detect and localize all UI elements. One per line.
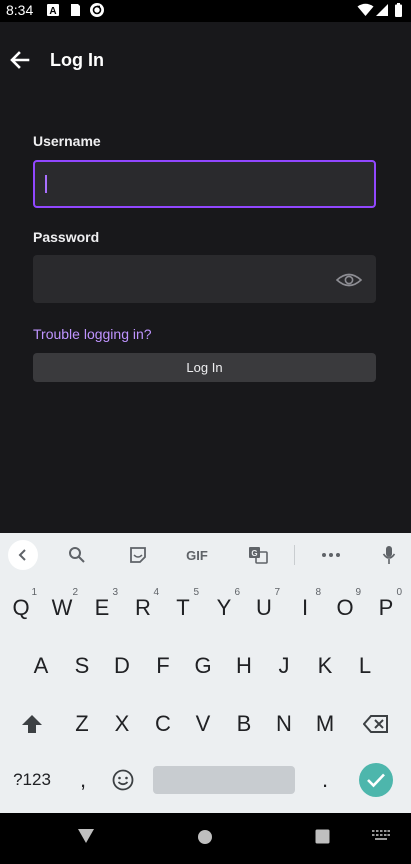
spacebar[interactable] [153,766,295,794]
battery-icon [395,3,402,17]
cell-signal-icon [376,4,388,16]
key-y[interactable]: Y6 [205,587,243,629]
sync-icon [90,3,104,17]
status-bar: 8:34 A [0,0,411,22]
svg-text:G: G [251,549,257,558]
search-icon[interactable] [62,541,92,569]
key-g[interactable]: G [184,645,222,687]
login-button[interactable]: Log In [33,353,376,382]
status-time: 8:34 [6,2,34,18]
key-o[interactable]: O9 [326,587,364,629]
key-d[interactable]: D [103,645,141,687]
emoji-icon[interactable] [104,761,142,799]
key-u[interactable]: U7 [245,587,283,629]
system-nav-bar [0,813,411,864]
eye-icon[interactable] [336,270,362,290]
username-label: Username [33,133,101,149]
password-label: Password [33,229,100,245]
key-v[interactable]: V [184,703,222,745]
key-z[interactable]: Z [63,703,101,745]
keyboard-toolbar: GIF G [0,533,411,577]
username-field-container[interactable] [33,160,376,208]
key-b[interactable]: B [225,703,263,745]
gif-button[interactable]: GIF [182,541,212,569]
key-j[interactable]: J [265,645,303,687]
more-icon[interactable] [316,541,346,569]
text-caret [45,175,47,193]
recents-square-icon[interactable] [315,829,330,844]
key-comma[interactable]: , [64,761,102,799]
key-h[interactable]: H [225,645,263,687]
key-c[interactable]: C [144,703,182,745]
key-x[interactable]: X [103,703,141,745]
chevron-left-icon[interactable] [8,540,38,570]
back-triangle-icon[interactable] [77,828,95,844]
key-t[interactable]: T5 [164,587,202,629]
sticker-icon[interactable] [123,541,153,569]
keyboard-switch-icon[interactable] [372,830,390,842]
sd-card-icon [71,4,80,16]
key-e[interactable]: E3 [83,587,121,629]
checkmark-icon[interactable] [359,763,393,797]
soft-keyboard: GIF G Q1 W2 E3 R4 T5 Y6 U7 I8 O9 P0 A S … [0,533,411,813]
shift-icon[interactable] [12,703,52,745]
key-n[interactable]: N [265,703,303,745]
wifi-icon [357,3,374,16]
password-input[interactable] [35,257,374,301]
backspace-icon[interactable] [356,703,396,745]
mic-icon[interactable] [374,541,404,569]
key-s[interactable]: S [63,645,101,687]
key-r[interactable]: R4 [124,587,162,629]
key-q[interactable]: Q1 [2,587,40,629]
key-i[interactable]: I8 [286,587,324,629]
arrow-left-icon[interactable] [8,48,32,72]
page-title: Log In [50,50,104,70]
key-w[interactable]: W2 [43,587,81,629]
password-field-container[interactable] [33,255,376,303]
key-period[interactable]: . [306,761,344,799]
key-k[interactable]: K [306,645,344,687]
key-f[interactable]: F [144,645,182,687]
username-input[interactable] [35,162,374,206]
translate-icon[interactable]: G [243,541,273,569]
key-m[interactable]: M [306,703,344,745]
key-p[interactable]: P0 [367,587,405,629]
font-a-icon: A [47,4,59,17]
trouble-logging-in-link[interactable]: Trouble logging in? [33,326,152,342]
key-l[interactable]: L [346,645,384,687]
toolbar-divider [294,545,295,565]
home-circle-icon[interactable] [197,829,213,845]
symbols-key[interactable]: ?123 [6,761,58,799]
svg-text:A: A [49,6,56,17]
key-a[interactable]: A [22,645,60,687]
